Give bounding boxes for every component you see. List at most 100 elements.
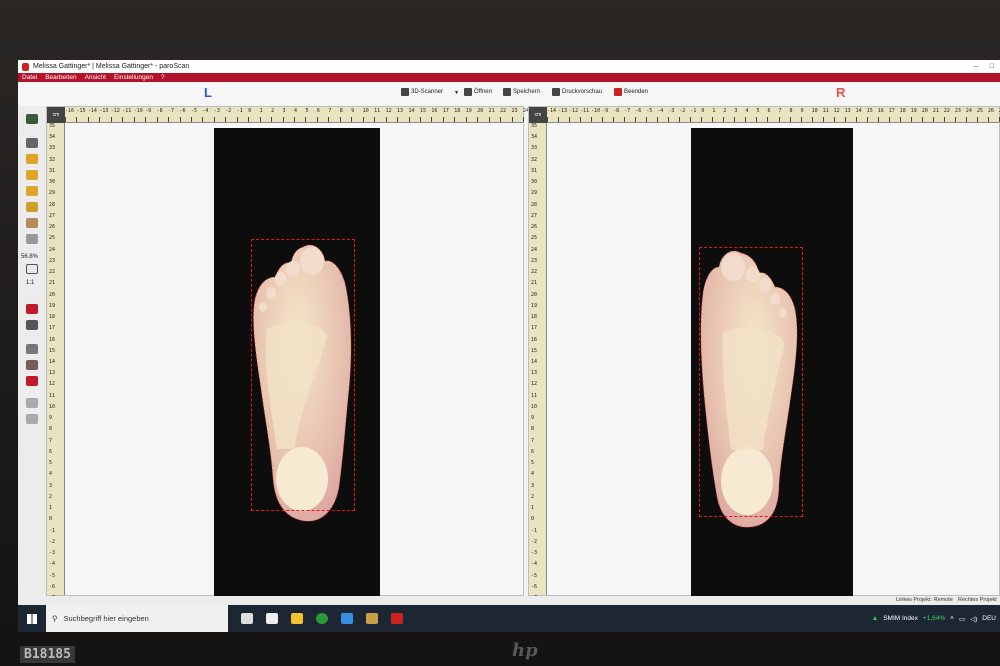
ruler-line <box>488 117 490 122</box>
volume-icon[interactable]: ◁) <box>970 615 977 623</box>
ruler-tick: 5 <box>305 108 309 114</box>
layers-icon[interactable] <box>26 138 38 148</box>
ruler-tick: 1 <box>49 505 53 512</box>
zoom-one-to-one[interactable]: 1:1 <box>26 280 34 286</box>
insole-red-icon[interactable] <box>26 304 38 314</box>
ruler-tick: -3 <box>531 550 538 557</box>
ruler-tick: -9 <box>602 108 609 114</box>
edit-icon[interactable] <box>26 202 38 212</box>
ruler-tick: 23 <box>49 257 56 264</box>
scan-tool-icon[interactable] <box>26 114 38 124</box>
foot-outline-icon[interactable] <box>26 234 38 244</box>
foot-3d-icon[interactable] <box>26 398 38 408</box>
taskbar-search[interactable]: ⚲ Suchbegriff hier eingeben <box>46 605 228 632</box>
comment-icon[interactable] <box>26 154 38 164</box>
ruler-line <box>500 117 502 122</box>
ruler-line <box>558 117 560 122</box>
foot-remove-icon[interactable] <box>26 376 38 386</box>
minimize-icon[interactable]: – <box>974 63 978 70</box>
start-button[interactable] <box>18 605 46 632</box>
ruler-tick: 14 <box>49 359 56 365</box>
ruler-tick: 22 <box>531 269 538 276</box>
ruler-tick: -6 <box>179 108 186 114</box>
add-icon[interactable] <box>26 186 38 196</box>
language-indicator[interactable]: DEU <box>982 615 996 622</box>
chrome-icon[interactable] <box>316 613 328 624</box>
ruler-tick: 0 <box>531 516 535 523</box>
ruler-line <box>248 117 250 122</box>
ruler-tick: 1 <box>531 505 535 512</box>
menu-ansicht[interactable]: Ansicht <box>85 74 106 81</box>
ruler-tick: 14 <box>531 359 538 365</box>
ruler-tick: 12 <box>385 108 392 114</box>
scanner-icon <box>401 88 409 96</box>
foot-view-icon[interactable] <box>26 218 38 228</box>
search-icon: ⚲ <box>52 614 58 623</box>
ruler-tick: 6 <box>316 108 320 114</box>
menu-einstellungen[interactable]: Einstellungen <box>114 74 153 81</box>
comment-view-icon[interactable] <box>26 170 38 180</box>
chevron-up-icon[interactable]: ˄ <box>950 615 954 622</box>
ruler-tick: 16 <box>877 108 884 114</box>
open-button[interactable]: Öffnen <box>464 88 492 96</box>
paroscan-icon[interactable] <box>391 613 403 624</box>
exit-icon <box>614 88 622 96</box>
ruler-line <box>362 117 364 122</box>
ruler-tick: 22 <box>500 108 507 114</box>
menu-help[interactable]: ? <box>161 74 165 81</box>
ruler-tick: -3 <box>49 550 56 557</box>
document-icon[interactable] <box>266 613 278 624</box>
ruler-tick: 2 <box>531 493 535 500</box>
ruler-tick: 26 <box>987 108 994 114</box>
scanner-button[interactable]: 3D-Scanner ▾ <box>401 88 458 96</box>
ruler-line <box>778 117 780 122</box>
save-button[interactable]: Speichern <box>503 88 540 96</box>
maximize-icon[interactable]: □ <box>990 63 994 70</box>
ruler-tick: 8 <box>789 108 793 114</box>
stock-change: +1,64% <box>922 615 946 622</box>
ruler-tick: 15 <box>49 347 56 354</box>
foot-3d-alt-icon[interactable] <box>26 414 38 424</box>
ruler-tick: 23 <box>531 257 538 264</box>
ruler-tick: 5 <box>531 460 535 467</box>
exit-button[interactable]: Beenden <box>614 88 648 96</box>
left-toolbox: 56.8% 1:1 <box>18 106 46 601</box>
ruler-tick: 13 <box>844 108 851 114</box>
left-foot-outline-box[interactable] <box>251 239 355 511</box>
stock-chart-icon: ▲ <box>871 615 879 622</box>
chevron-down-icon[interactable]: ▾ <box>455 89 458 96</box>
ruler-line <box>657 117 659 122</box>
ruler-line <box>65 117 66 122</box>
ruler-line <box>624 117 626 122</box>
insole-dark-icon[interactable] <box>26 320 38 330</box>
foot-tool-icon[interactable] <box>26 344 38 354</box>
network-icon[interactable]: ▭ <box>959 615 965 623</box>
stock-name[interactable]: SMIM Index <box>883 615 918 622</box>
ruler-line <box>921 117 923 122</box>
foot-settings-icon[interactable] <box>26 360 38 370</box>
ruler-tick: 18 <box>49 314 56 321</box>
window-controls: – □ <box>974 63 1000 70</box>
task-view-icon[interactable] <box>241 613 253 624</box>
left-foot-panel: -16 -15 -14 -13 -12 -11 -10 -9 -8 -7 -6 -5 -4 -3 -2 -1 0… <box>46 106 529 601</box>
users-icon[interactable] <box>366 613 378 624</box>
menu-datei[interactable]: Datei <box>22 74 37 81</box>
menu-bearbeiten[interactable]: Bearbeiten <box>45 74 76 81</box>
fit-width-icon[interactable] <box>26 264 38 274</box>
ruler-tick: -5 <box>646 108 653 114</box>
ruler-tick: 16 <box>431 108 438 114</box>
ruler-line <box>679 117 681 122</box>
ruler-tick: 24 <box>965 108 972 114</box>
ruler-tick: 29 <box>49 190 56 197</box>
print-preview-button[interactable]: Druckvorschau <box>552 88 602 96</box>
file-explorer-icon[interactable] <box>291 613 303 624</box>
right-foot-outline-box[interactable] <box>699 247 803 517</box>
left-side-label: L <box>204 85 212 100</box>
ruler-line <box>756 117 758 122</box>
app-plus-icon[interactable] <box>341 613 353 624</box>
ruler-tick: 17 <box>49 325 56 332</box>
ruler-line <box>866 117 868 122</box>
ruler-tick: 23 <box>954 108 961 114</box>
ruler-tick: -2 <box>225 108 232 114</box>
ruler-tick: 26 <box>49 224 56 231</box>
